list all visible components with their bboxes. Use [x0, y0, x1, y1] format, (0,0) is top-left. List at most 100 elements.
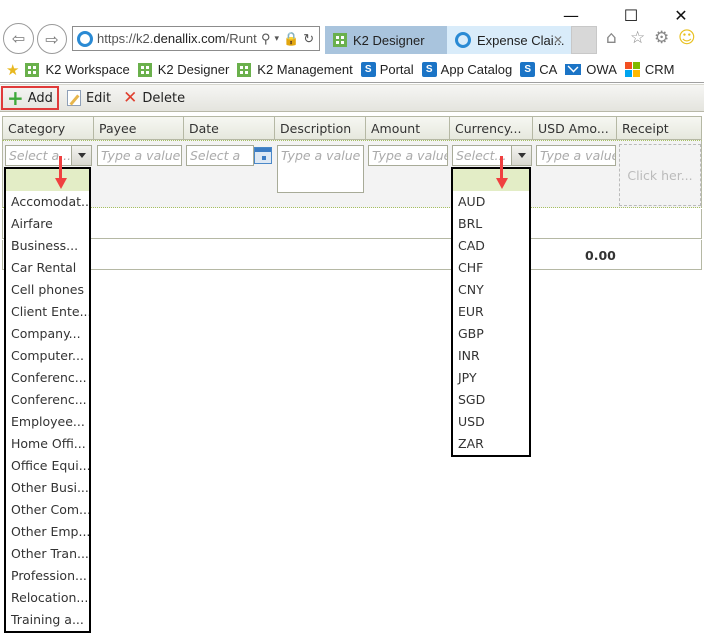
- mail-icon: [565, 64, 582, 75]
- column-header-category[interactable]: Category: [3, 117, 94, 139]
- currency-dropdown-list: AUD BRL CAD CHF CNY EUR GBP INR JPY SGD USD ZAR: [451, 167, 531, 457]
- usd-total-value: 0.00: [585, 248, 616, 263]
- receipt-upload-area[interactable]: Click her...: [619, 144, 701, 206]
- microsoft-icon: [624, 62, 640, 77]
- edit-row: Select a... Type a value Select a Type a…: [2, 140, 702, 208]
- column-header-date[interactable]: Date: [184, 117, 275, 139]
- column-header-payee[interactable]: Payee: [94, 117, 184, 139]
- fav-k2-management[interactable]: K2 Management: [237, 62, 353, 77]
- fav-k2-workspace[interactable]: K2 Workspace: [25, 62, 130, 77]
- currency-dropdown-button[interactable]: [511, 145, 532, 166]
- dropdown-option[interactable]: Other Tran...: [6, 543, 89, 565]
- address-bar[interactable]: https://k2.denallix.com/Runt ⚲ ▾ 🔒 ↻: [72, 26, 320, 51]
- dropdown-option[interactable]: Training a...: [6, 609, 89, 631]
- dropdown-option[interactable]: Profession...: [6, 565, 89, 587]
- amount-input[interactable]: Type a value: [368, 145, 448, 166]
- dropdown-option[interactable]: Office Equi...: [6, 455, 89, 477]
- dropdown-option[interactable]: Home Offi...: [6, 433, 89, 455]
- grid-header: Category Payee Date Description Amount C…: [2, 116, 702, 140]
- red-arrow-annotation-icon: [55, 156, 67, 192]
- tab-label: Expense Clai...: [477, 32, 565, 48]
- empty-option[interactable]: [6, 169, 89, 191]
- delete-x-icon: ✕: [123, 88, 138, 108]
- category-dropdown-button[interactable]: [71, 145, 92, 166]
- new-tab-button[interactable]: [571, 26, 597, 54]
- gear-icon[interactable]: ⚙: [654, 28, 669, 48]
- fav-label: K2 Workspace: [45, 62, 130, 77]
- dropdown-option[interactable]: EUR: [453, 301, 529, 323]
- dropdown-option[interactable]: BRL: [453, 213, 529, 235]
- usd-amount-input[interactable]: Type a value: [536, 145, 616, 166]
- add-favorite-star-icon[interactable]: ★: [6, 61, 19, 79]
- refresh-icon[interactable]: ↻: [303, 31, 314, 47]
- column-header-description[interactable]: Description: [275, 117, 366, 139]
- dropdown-option[interactable]: Business...: [6, 235, 89, 257]
- dropdown-option[interactable]: Other Com...: [6, 499, 89, 521]
- back-arrow-icon: ⇦: [11, 29, 26, 48]
- sharepoint-icon: S: [421, 62, 437, 77]
- table-row[interactable]: ): [2, 209, 702, 239]
- payee-input[interactable]: Type a value: [97, 145, 182, 166]
- dropdown-option[interactable]: INR: [453, 345, 529, 367]
- dropdown-option[interactable]: Employee...: [6, 411, 89, 433]
- fav-crm[interactable]: CRM: [624, 62, 674, 77]
- column-header-amount[interactable]: Amount: [366, 117, 450, 139]
- dropdown-option[interactable]: AUD: [453, 191, 529, 213]
- search-icon[interactable]: ⚲: [261, 31, 271, 47]
- fav-k2-designer[interactable]: K2 Designer: [137, 62, 229, 77]
- close-tab-icon[interactable]: ✕: [553, 33, 563, 47]
- lock-icon[interactable]: 🔒: [283, 31, 299, 47]
- forward-arrow-icon: ⇨: [45, 29, 59, 49]
- dropdown-option[interactable]: Accomodat...: [6, 191, 89, 213]
- dropdown-option[interactable]: USD: [453, 411, 529, 433]
- dropdown-option[interactable]: Airfare: [6, 213, 89, 235]
- dropdown-option[interactable]: CAD: [453, 235, 529, 257]
- dropdown-option[interactable]: CHF: [453, 257, 529, 279]
- dropdown-option[interactable]: Client Ente...: [6, 301, 89, 323]
- dropdown-option[interactable]: Car Rental: [6, 257, 89, 279]
- add-button[interactable]: + Add: [1, 86, 59, 110]
- fav-owa[interactable]: OWA: [565, 62, 617, 77]
- fav-app-catalog[interactable]: S App Catalog: [421, 62, 513, 77]
- fav-label: App Catalog: [440, 62, 513, 77]
- dropdown-option[interactable]: Relocation...: [6, 587, 89, 609]
- dropdown-option[interactable]: Cell phones: [6, 279, 89, 301]
- dropdown-option[interactable]: Other Busi...: [6, 477, 89, 499]
- tab-k2-designer[interactable]: K2 Designer: [325, 26, 447, 54]
- column-header-currency[interactable]: Currency...: [450, 117, 533, 139]
- dropdown-option[interactable]: GBP: [453, 323, 529, 345]
- tab-label: K2 Designer: [353, 32, 425, 48]
- forward-button[interactable]: ⇨: [37, 24, 67, 54]
- back-button[interactable]: ⇦: [3, 23, 34, 54]
- column-header-receipt[interactable]: Receipt: [617, 117, 701, 139]
- dropdown-option[interactable]: JPY: [453, 367, 529, 389]
- home-icon[interactable]: ⌂: [606, 28, 617, 48]
- tab-expense-claim[interactable]: Expense Clai... ✕: [447, 26, 571, 54]
- dropdown-option[interactable]: Computer...: [6, 345, 89, 367]
- dropdown-option[interactable]: Other Emp...: [6, 521, 89, 543]
- fav-ca[interactable]: S CA: [520, 62, 557, 77]
- dropdown-option[interactable]: Company...: [6, 323, 89, 345]
- ie-icon: [77, 30, 93, 47]
- date-picker-button[interactable]: [253, 146, 273, 165]
- favorites-star-icon[interactable]: ☆: [630, 28, 645, 48]
- description-textarea[interactable]: Type a value: [277, 145, 364, 193]
- dropdown-option[interactable]: Conferenc...: [6, 389, 89, 411]
- dropdown-option[interactable]: ZAR: [453, 433, 529, 455]
- category-dropdown-list: Accomodat... Airfare Business... Car Rental…: [4, 167, 91, 633]
- smiley-feedback-icon[interactable]: ☺: [678, 28, 696, 48]
- dropdown-option[interactable]: SGD: [453, 389, 529, 411]
- dropdown-icon[interactable]: ▾: [275, 33, 280, 44]
- column-header-usd-amount[interactable]: USD Amo...: [533, 117, 617, 139]
- delete-button[interactable]: ✕ Delete: [119, 86, 189, 110]
- fav-label: CA: [539, 62, 558, 77]
- red-arrow-annotation-icon: [496, 156, 508, 192]
- dropdown-option[interactable]: CNY: [453, 279, 529, 301]
- fav-portal[interactable]: S Portal: [360, 62, 414, 77]
- url-text: https://k2.denallix.com/Runt: [97, 31, 257, 46]
- empty-option[interactable]: [453, 169, 529, 191]
- dropdown-option[interactable]: Conferenc...: [6, 367, 89, 389]
- date-picker-input[interactable]: Select a: [186, 145, 254, 166]
- totals-row: 0.00: [2, 240, 702, 270]
- edit-button[interactable]: Edit: [63, 86, 115, 110]
